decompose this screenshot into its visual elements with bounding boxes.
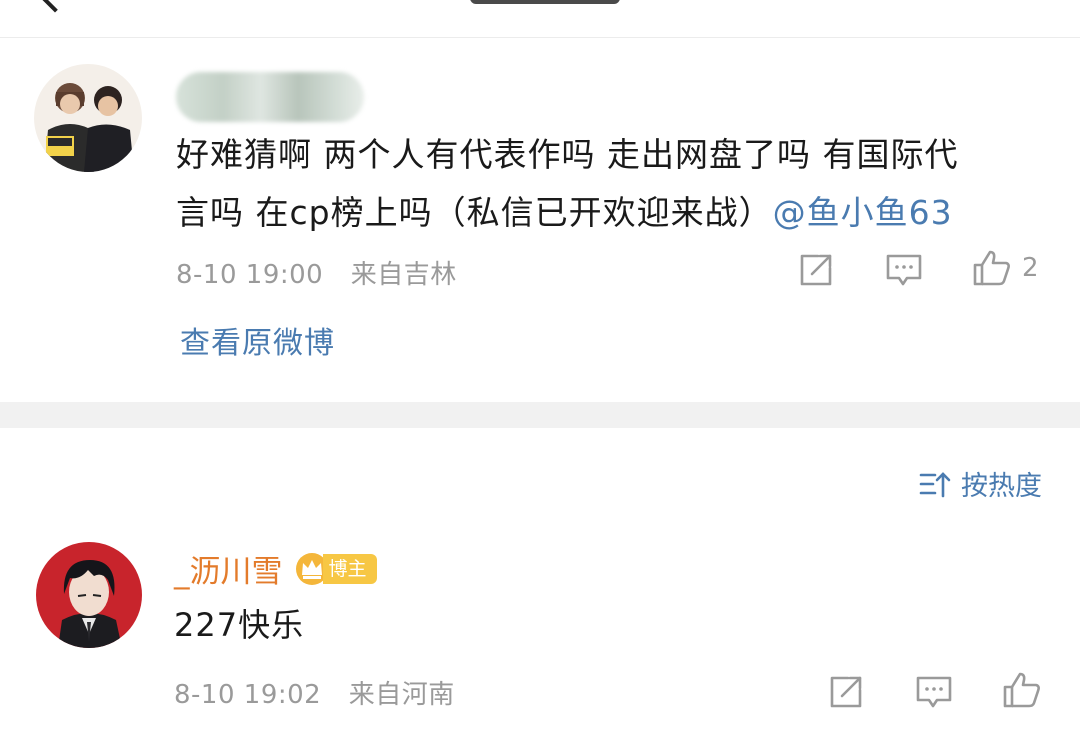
thumbs-up-icon [973,250,1010,286]
view-original-link[interactable]: 查看原微博 [180,318,335,362]
post-like-button[interactable]: 2 [972,248,1039,288]
comment-text: 227快乐 [174,606,305,644]
comment-like-button[interactable] [1002,670,1042,710]
sort-icon [919,471,951,497]
section-divider [0,402,1080,428]
chevron-left-icon[interactable] [39,0,71,13]
commenter-avatar[interactable] [36,542,142,648]
post-text: 好难猜啊 两个人有代表作吗 走出网盘了吗 有国际代 言吗 在cp榜上吗（私信已开… [176,126,1046,242]
commenter-row: _沥川雪 博主 [174,546,377,591]
post-timestamp: 8-10 19:00 [176,260,324,290]
comment-timestamp: 8-10 19:02 [174,680,322,710]
badge-label: 博主 [322,553,377,584]
original-post: 好难猜啊 两个人有代表作吗 走出网盘了吗 有国际代 言吗 在cp榜上吗（私信已开… [0,38,1080,402]
blogger-badge: 博主 [295,552,377,586]
post-comment-button[interactable] [885,252,923,288]
thumbs-up-icon [1003,672,1040,708]
post-like-count: 2 [1022,253,1039,283]
sort-label: 按热度 [961,471,1042,502]
post-location: 来自吉林 [350,260,457,290]
commenter-username[interactable]: _沥川雪 [174,546,283,591]
post-author-avatar[interactable] [34,64,142,172]
page-title-cropped [470,0,620,4]
sort-by-hot-button[interactable]: 按热度 [919,464,1042,503]
comment-icon [916,676,952,708]
comment-share-button[interactable] [828,674,864,710]
comment-meta: 8-10 19:02 来自河南 [174,674,455,711]
post-meta: 8-10 19:00 来自吉林 [176,254,457,291]
share-icon [800,254,832,286]
post-text-line2-plain: 言吗 在cp榜上吗（私信已开欢迎来战） [176,193,773,232]
share-icon [830,676,862,708]
mention-link[interactable]: @鱼小鱼63 [773,193,953,232]
author-name-blurred[interactable] [176,72,364,122]
top-navigation-bar [0,0,1080,38]
comments-section: 按热度 _沥川雪 博主 227快乐 8-10 19:02 来自河南 [0,428,1080,754]
post-text-line1: 好难猜啊 两个人有代表作吗 走出网盘了吗 有国际代 [176,135,959,174]
comment-reply-button[interactable] [915,674,953,710]
post-share-button[interactable] [798,252,834,288]
post-text-line2: 言吗 在cp榜上吗（私信已开欢迎来战）@鱼小鱼63 [176,184,1046,242]
comment-icon [886,254,922,286]
comment-location: 来自河南 [348,680,455,710]
